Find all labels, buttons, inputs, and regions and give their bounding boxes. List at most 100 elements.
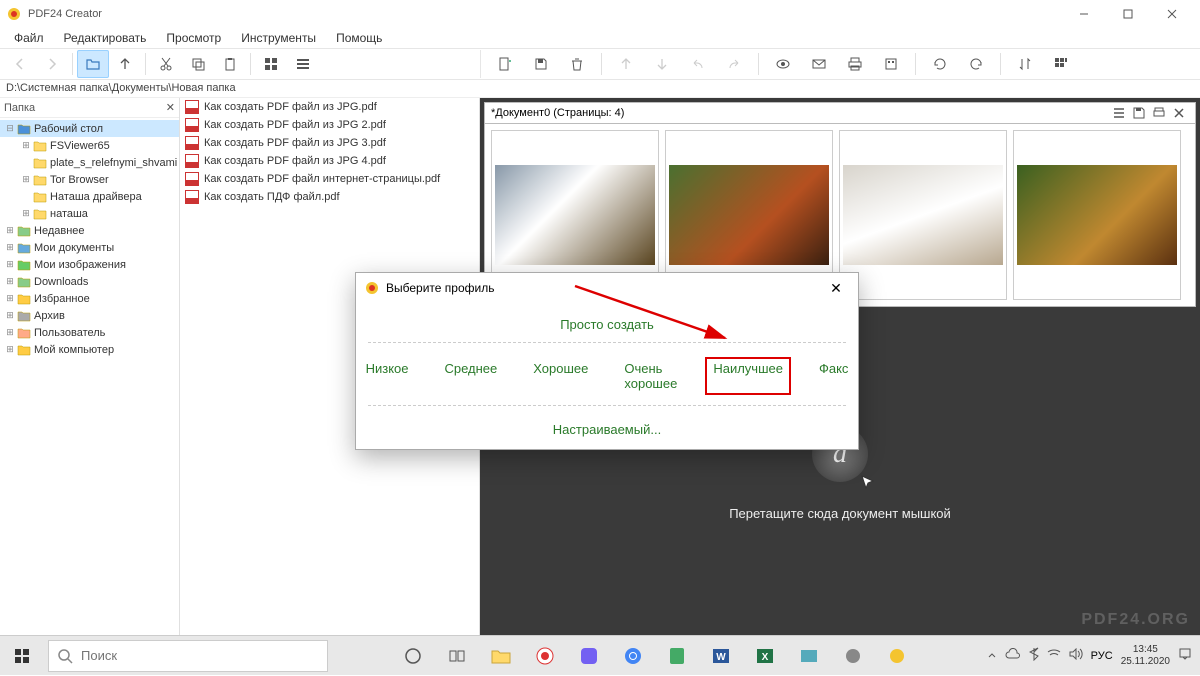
quality-option[interactable]: Низкое	[358, 357, 417, 395]
tray-volume-icon[interactable]	[1069, 648, 1083, 663]
copy-button[interactable]	[182, 50, 214, 78]
cut-button[interactable]	[150, 50, 182, 78]
file-item[interactable]: Как создать PDF файл из JPG.pdf	[180, 98, 479, 116]
view-list-button[interactable]	[287, 50, 319, 78]
quality-option[interactable]: Очень хорошее	[616, 357, 685, 395]
tree-item[interactable]: ⊞наташа	[0, 205, 179, 222]
expand-icon[interactable]: ⊞	[4, 293, 16, 304]
tray-clock[interactable]: 13:45 25.11.2020	[1121, 644, 1170, 668]
menu-tools[interactable]: Инструменты	[231, 29, 326, 47]
doc-save-icon[interactable]	[1129, 104, 1149, 122]
task-word-icon[interactable]: W	[701, 636, 741, 676]
save-button[interactable]	[525, 50, 557, 78]
expand-icon[interactable]: ⊞	[4, 327, 16, 338]
view-mode-button[interactable]	[1045, 50, 1077, 78]
expand-icon[interactable]: ⊟	[4, 123, 16, 134]
task-taskview-icon[interactable]	[437, 636, 477, 676]
task-chrome-icon[interactable]	[613, 636, 653, 676]
expand-icon[interactable]: ⊞	[4, 310, 16, 321]
task-pdf24-icon[interactable]	[877, 636, 917, 676]
task-app1-icon[interactable]	[525, 636, 565, 676]
page-thumbnail[interactable]	[839, 130, 1007, 300]
tray-wifi-icon[interactable]	[1047, 648, 1061, 663]
file-item[interactable]: Как создать PDF файл из JPG 2.pdf	[180, 116, 479, 134]
expand-icon[interactable]: ⊞	[4, 242, 16, 253]
task-app3-icon[interactable]	[833, 636, 873, 676]
undo-button[interactable]	[682, 50, 714, 78]
close-panel-icon[interactable]: ✕	[166, 101, 175, 114]
tree-item[interactable]: plate_s_relefnymi_shvami	[0, 154, 179, 171]
taskbar-search[interactable]	[48, 640, 328, 672]
file-item[interactable]: Как создать ПДФ файл.pdf	[180, 188, 479, 206]
search-input[interactable]	[81, 648, 319, 663]
redo-button[interactable]	[718, 50, 750, 78]
expand-icon[interactable]: ⊞	[4, 259, 16, 270]
page-thumbnail[interactable]	[1013, 130, 1181, 300]
task-cortana-icon[interactable]	[393, 636, 433, 676]
doc-menu-icon[interactable]	[1109, 104, 1129, 122]
tree-item[interactable]: ⊞Downloads	[0, 273, 179, 290]
quality-option[interactable]: Хорошее	[525, 357, 596, 395]
quality-option[interactable]: Факс	[811, 357, 856, 395]
tree-item[interactable]: ⊞Tor Browser	[0, 171, 179, 188]
menu-file[interactable]: Файл	[4, 29, 54, 47]
expand-icon[interactable]: ⊞	[20, 208, 32, 219]
expand-icon[interactable]: ⊞	[4, 344, 16, 355]
menu-help[interactable]: Помощь	[326, 29, 392, 47]
tree-item[interactable]: ⊞FSViewer65	[0, 137, 179, 154]
preview-button[interactable]	[767, 50, 799, 78]
new-doc-button[interactable]	[489, 50, 521, 78]
paste-button[interactable]	[214, 50, 246, 78]
folder-open-button[interactable]	[77, 50, 109, 78]
menu-edit[interactable]: Редактировать	[54, 29, 157, 47]
expand-icon[interactable]: ⊞	[20, 174, 32, 185]
tree-item[interactable]: ⊞Недавнее	[0, 222, 179, 239]
delete-button[interactable]	[561, 50, 593, 78]
dialog-custom-link[interactable]: Настраиваемый...	[356, 416, 858, 437]
email-button[interactable]	[803, 50, 835, 78]
expand-icon[interactable]: ⊞	[20, 140, 32, 151]
quality-option[interactable]: Среднее	[436, 357, 505, 395]
file-item[interactable]: Как создать PDF файл из JPG 4.pdf	[180, 152, 479, 170]
task-calculator-icon[interactable]	[657, 636, 697, 676]
task-viber-icon[interactable]	[569, 636, 609, 676]
rotate-button[interactable]	[924, 50, 956, 78]
tree-item[interactable]: ⊟Рабочий стол	[0, 120, 179, 137]
tree-item[interactable]: ⊞Мои документы	[0, 239, 179, 256]
doc-close-icon[interactable]	[1169, 104, 1189, 122]
tree-item[interactable]: ⊞Пользователь	[0, 324, 179, 341]
tray-language[interactable]: РУС	[1091, 650, 1113, 662]
quality-option[interactable]: Наилучшее	[705, 357, 791, 395]
move-down-button[interactable]	[646, 50, 678, 78]
nav-forward-button[interactable]	[36, 50, 68, 78]
tree-item[interactable]: ⊞Архив	[0, 307, 179, 324]
tree-item[interactable]: ⊞Мой компьютер	[0, 341, 179, 358]
tray-cloud-icon[interactable]	[1005, 648, 1021, 663]
task-excel-icon[interactable]: X	[745, 636, 785, 676]
tray-notifications-icon[interactable]	[1178, 647, 1192, 664]
expand-icon[interactable]: ⊞	[4, 276, 16, 287]
maximize-button[interactable]	[1106, 0, 1150, 28]
dialog-close-button[interactable]: ✕	[822, 274, 850, 302]
file-item[interactable]: Как создать PDF файл интернет-страницы.p…	[180, 170, 479, 188]
sort-button[interactable]	[1009, 50, 1041, 78]
nav-up-button[interactable]	[109, 50, 141, 78]
file-item[interactable]: Как создать PDF файл из JPG 3.pdf	[180, 134, 479, 152]
rotate-cw-button[interactable]	[960, 50, 992, 78]
task-explorer-icon[interactable]	[481, 636, 521, 676]
menu-view[interactable]: Просмотр	[156, 29, 231, 47]
print-button[interactable]	[839, 50, 871, 78]
move-up-button[interactable]	[610, 50, 642, 78]
dialog-create-link[interactable]: Просто создать	[356, 311, 858, 342]
expand-icon[interactable]: ⊞	[4, 225, 16, 236]
nav-back-button[interactable]	[4, 50, 36, 78]
tree-item[interactable]: ⊞Избранное	[0, 290, 179, 307]
tree-item[interactable]: ⊞Мои изображения	[0, 256, 179, 273]
tray-chevron-icon[interactable]	[987, 649, 997, 663]
tray-bluetooth-icon[interactable]	[1029, 647, 1039, 664]
start-button[interactable]	[0, 636, 44, 676]
fax-button[interactable]	[875, 50, 907, 78]
task-app2-icon[interactable]	[789, 636, 829, 676]
view-grid-button[interactable]	[255, 50, 287, 78]
tree-item[interactable]: Наташа драйвера	[0, 188, 179, 205]
